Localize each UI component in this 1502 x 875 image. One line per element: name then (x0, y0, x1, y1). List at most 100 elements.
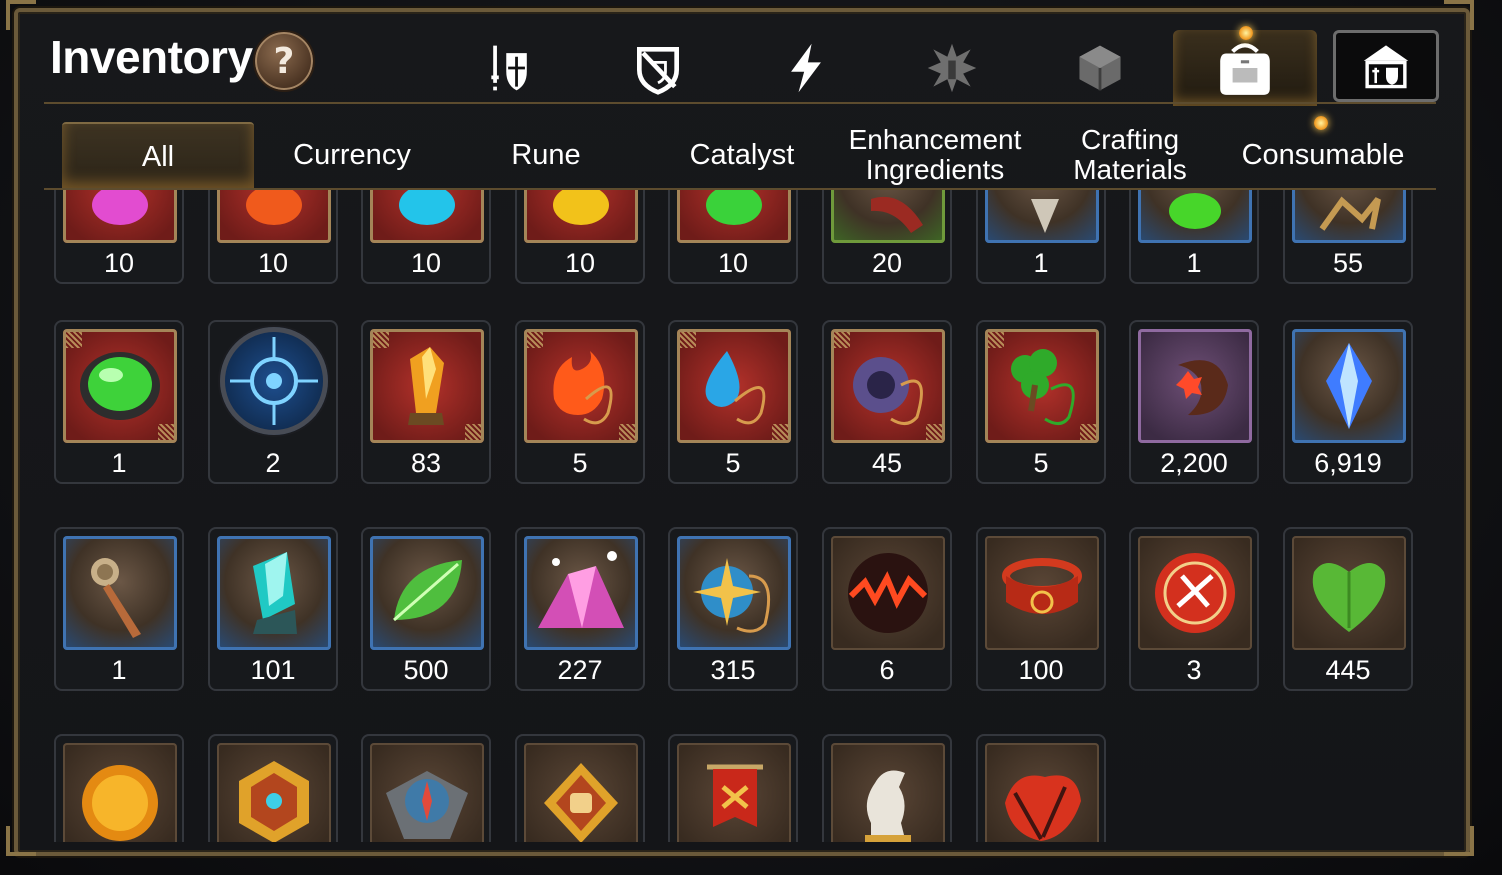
tab-rune[interactable]: Rune (456, 122, 636, 188)
item-slot[interactable]: 45 (822, 320, 952, 484)
gear-tab[interactable] (478, 36, 542, 100)
item-slot[interactable] (54, 734, 184, 842)
item-quantity: 10 (103, 248, 135, 278)
item-slot[interactable]: 6,919 (1283, 320, 1413, 484)
item-art (677, 329, 791, 443)
red-seal-badge-icon (1155, 553, 1235, 633)
item-art (524, 329, 638, 443)
item-slot[interactable]: 10 (54, 190, 184, 284)
tab-consumable[interactable]: Consumable (1228, 122, 1418, 188)
war-banner-icon (707, 764, 763, 827)
item-slot[interactable] (976, 734, 1106, 842)
item-art (63, 329, 177, 443)
item-quantity: 45 (871, 448, 903, 478)
item-grid[interactable]: 10 10 10 10 10 20 1 1 55 1 2 83 5 5 45 5… (30, 190, 1440, 842)
item-slot[interactable]: 10 (668, 190, 798, 284)
teal-crystal-icon (253, 552, 297, 634)
item-slot[interactable]: 100 (976, 527, 1106, 691)
item-art (1292, 190, 1406, 243)
fang-icon (1031, 199, 1059, 233)
help-button[interactable]: ? (253, 30, 315, 92)
water-pendant-icon (705, 351, 766, 425)
item-art (1292, 329, 1406, 443)
item-art (677, 536, 791, 650)
tab-label: Rune (511, 139, 581, 171)
item-quantity: 5 (725, 448, 741, 478)
item-slot[interactable]: 227 (515, 527, 645, 691)
item-quantity: 10 (410, 248, 442, 278)
inventory-tab[interactable] (1173, 30, 1317, 106)
item-slot[interactable]: 5 (515, 320, 645, 484)
item-quantity: 3 (1186, 655, 1202, 685)
tab-label: Currency (293, 139, 411, 171)
item-art (985, 329, 1099, 443)
item-slot[interactable]: 5 (976, 320, 1106, 484)
item-quantity: 10 (717, 248, 749, 278)
item-quantity: 6 (879, 655, 895, 685)
spirit-crest-icon (927, 43, 977, 93)
lava-orb-icon (848, 553, 928, 633)
item-slot[interactable]: 20 (822, 190, 952, 284)
item-slot[interactable]: 500 (361, 527, 491, 691)
item-quantity: 83 (410, 448, 442, 478)
cube-tab[interactable] (1068, 36, 1132, 100)
item-slot[interactable] (822, 734, 952, 842)
item-slot[interactable]: 1 (976, 190, 1106, 284)
item-art (831, 190, 945, 243)
item-slot[interactable]: 10 (208, 190, 338, 284)
cube-icon (1079, 45, 1121, 91)
item-quantity: 315 (710, 655, 756, 685)
item-slot[interactable]: 1 (54, 320, 184, 484)
tab-all[interactable]: All (62, 122, 254, 190)
autumn-leaf-icon (1005, 775, 1081, 841)
item-art (370, 329, 484, 443)
item-slot[interactable]: 445 (1283, 527, 1413, 691)
item-art (831, 743, 945, 842)
item-slot[interactable] (208, 734, 338, 842)
item-slot[interactable]: 10 (361, 190, 491, 284)
blue-crystal-icon (1326, 343, 1372, 429)
item-slot[interactable]: 5 (668, 320, 798, 484)
item-art (1292, 536, 1406, 650)
item-quantity: 1 (1033, 248, 1049, 278)
item-slot[interactable] (668, 734, 798, 842)
item-slot[interactable]: 6 (822, 527, 952, 691)
item-quantity: 5 (1033, 448, 1049, 478)
lightning-tab[interactable] (774, 36, 838, 100)
item-quantity: 1 (1186, 248, 1202, 278)
item-slot[interactable]: 83 (361, 320, 491, 484)
item-slot[interactable]: 55 (1283, 190, 1413, 284)
tab-catalyst[interactable]: Catalyst (650, 122, 834, 188)
item-quantity: 5 (572, 448, 588, 478)
item-slot[interactable]: 2 (208, 320, 338, 484)
item-slot[interactable]: 3 (1129, 527, 1259, 691)
item-art (831, 536, 945, 650)
artifact-tab[interactable] (626, 36, 690, 100)
tree-pendant-icon (1011, 349, 1075, 425)
header-divider (44, 102, 1436, 104)
artifact-shield-icon (637, 47, 679, 95)
item-slot[interactable]: 101 (208, 527, 338, 691)
tab-currency[interactable]: Currency (262, 122, 442, 188)
tab-enhancement-ingredients[interactable]: Enhancement Ingredients (838, 122, 1032, 188)
sun-medallion-icon (82, 765, 158, 841)
item-art (524, 743, 638, 842)
item-slot[interactable]: 1 (1129, 190, 1259, 284)
item-slot[interactable]: 1 (54, 527, 184, 691)
shop-button[interactable] (1333, 30, 1439, 102)
item-slot[interactable] (361, 734, 491, 842)
item-slot[interactable]: 10 (515, 190, 645, 284)
item-slot[interactable]: 2,200 (1129, 320, 1259, 484)
item-quantity: 2,200 (1160, 448, 1228, 478)
tab-crafting-materials[interactable]: Crafting Materials (1040, 122, 1220, 188)
item-art (63, 743, 177, 842)
green-heart-icon (1312, 563, 1386, 632)
blue-rune-disc-icon (230, 337, 318, 425)
item-art (677, 743, 791, 842)
page-title: Inventory (50, 31, 253, 83)
item-slot[interactable] (515, 734, 645, 842)
spirit-tab[interactable] (920, 36, 984, 100)
item-slot[interactable]: 315 (668, 527, 798, 691)
red-bracelet-icon (1002, 558, 1082, 614)
pink-mountain-crystal-icon (538, 551, 624, 628)
